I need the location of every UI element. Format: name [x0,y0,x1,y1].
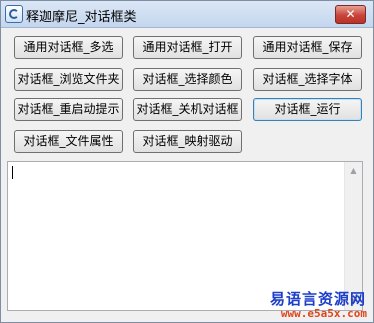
watermark-url: www.e5a5x.com [280,307,367,320]
client-area: 通用对话框_多选 通用对话框_打开 通用对话框_保存 对话框_浏览文件夹 对话框… [1,28,373,322]
close-icon: ✕ [345,7,356,21]
open-dialog-button[interactable]: 通用对话框_打开 [133,36,242,59]
watermark-site-name: 易语言资源网 [269,290,366,308]
choose-font-button[interactable]: 对话框_选择字体 [253,68,362,91]
title-bar[interactable]: 释迦摩尼_对话框类 ✕ [1,1,373,28]
close-button[interactable]: ✕ [335,5,366,24]
run-dialog-button[interactable]: 对话框_运行 [253,98,362,121]
scroll-up-icon[interactable]: ▲ [345,162,362,179]
shutdown-dialog-button[interactable]: 对话框_关机对话框 [133,98,242,121]
multi-select-dialog-button[interactable]: 通用对话框_多选 [14,36,123,59]
app-icon [5,5,23,23]
choose-color-button[interactable]: 对话框_选择颜色 [133,68,242,91]
text-caret [12,166,13,179]
window-title: 释迦摩尼_对话框类 [26,10,137,25]
file-properties-button[interactable]: 对话框_文件属性 [14,130,123,153]
browse-folder-button[interactable]: 对话框_浏览文件夹 [14,68,123,91]
dialog-window: 释迦摩尼_对话框类 ✕ 通用对话框_多选 通用对话框_打开 通用对话框_保存 对… [0,0,374,323]
map-drive-button[interactable]: 对话框_映射驱动 [133,130,242,153]
save-dialog-button[interactable]: 通用对话框_保存 [253,36,362,59]
restart-prompt-button[interactable]: 对话框_重启动提示 [14,98,123,121]
